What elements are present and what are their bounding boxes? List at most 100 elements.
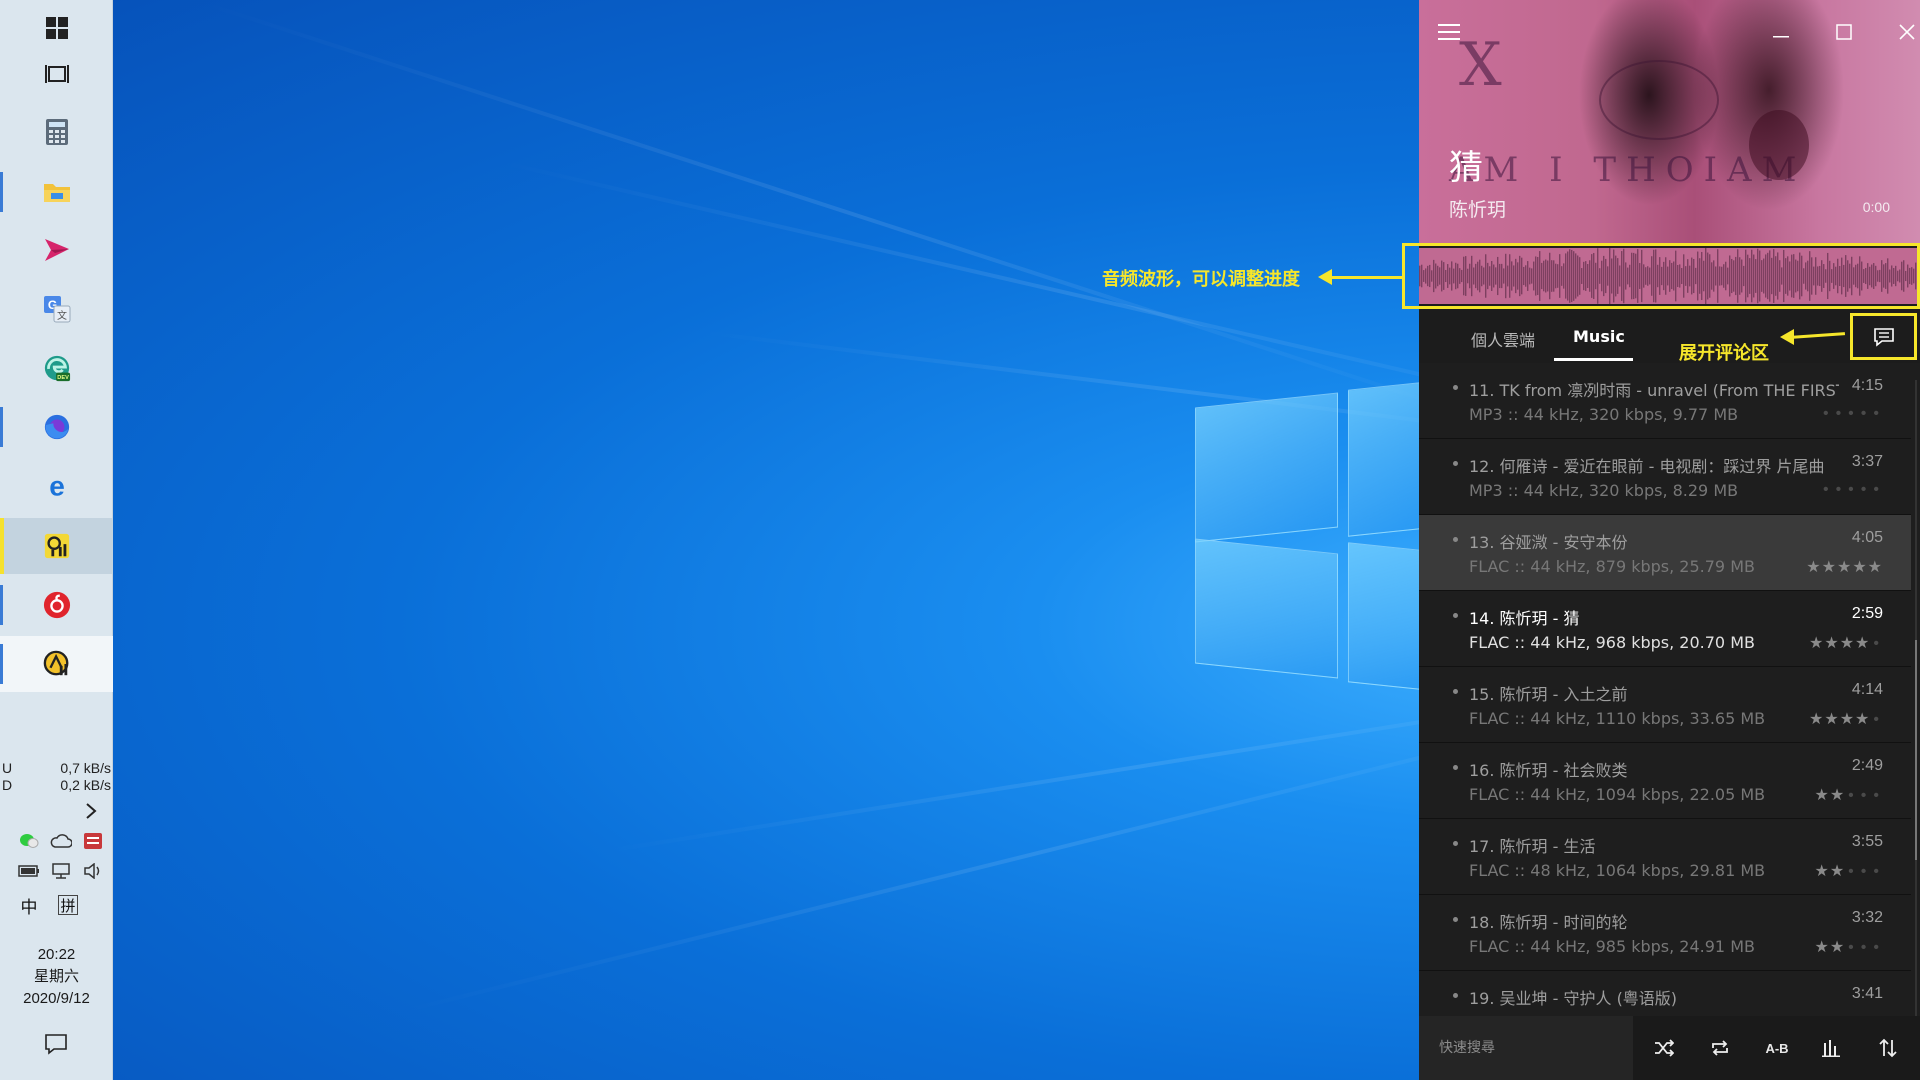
star-empty-icon[interactable]: •	[1873, 787, 1880, 804]
star-filled-icon[interactable]: ★	[1809, 711, 1824, 728]
music-player-button[interactable]	[0, 518, 113, 574]
task-view-button[interactable]	[0, 46, 113, 102]
repeat-button[interactable]	[1708, 1036, 1732, 1060]
tab-cloud[interactable]: 個人雲端	[1471, 327, 1535, 351]
track-rating[interactable]: ★★★★★	[1806, 557, 1883, 577]
star-filled-icon[interactable]: ★	[1814, 787, 1829, 804]
track-duration: 3:37	[1851, 453, 1883, 470]
track-row[interactable]: 14. 陈忻玥 - 猜 2:59 FLAC :: 44 kHz, 968 kbps,…	[1419, 591, 1911, 667]
star-empty-icon[interactable]: •	[1861, 939, 1868, 956]
track-row[interactable]: 19. 吴业坤 - 守护人 (粤语版) 3:41	[1419, 971, 1911, 1016]
edge-dev-icon: DEV	[43, 354, 71, 382]
calculator-button[interactable]	[0, 104, 113, 160]
star-empty-icon[interactable]: •	[1861, 481, 1868, 498]
star-empty-icon[interactable]: •	[1873, 863, 1880, 880]
star-empty-icon[interactable]: •	[1848, 863, 1855, 880]
star-filled-icon[interactable]: ★	[1868, 559, 1883, 576]
track-row[interactable]: 11. TK from 凛冽时雨 - unravel (From THE FIR…	[1419, 363, 1911, 439]
track-rating[interactable]: ★★★★ •	[1809, 709, 1883, 729]
action-center-notification-icon[interactable]	[44, 1032, 68, 1056]
comments-toggle-button[interactable]	[1850, 313, 1917, 360]
star-empty-icon[interactable]: •	[1848, 787, 1855, 804]
track-row[interactable]: 16. 陈忻玥 - 社会败类 2:49 FLAC :: 44 kHz, 1094 k…	[1419, 743, 1911, 819]
sort-button[interactable]	[1876, 1036, 1900, 1060]
track-list[interactable]: 11. TK from 凛冽时雨 - unravel (From THE FIR…	[1419, 363, 1920, 1016]
star-filled-icon[interactable]: ★	[1822, 559, 1837, 576]
star-filled-icon[interactable]: ★	[1855, 711, 1870, 728]
track-rating[interactable]: • • • • •	[1820, 405, 1883, 423]
track-row[interactable]: 12. 何雁诗 - 爱近在眼前 - 电视剧：踩过界 片尾曲 3:37 MP3 :: …	[1419, 439, 1911, 515]
star-empty-icon[interactable]: •	[1848, 405, 1855, 422]
ie-button[interactable]: e	[0, 458, 113, 514]
star-empty-icon[interactable]: •	[1861, 405, 1868, 422]
star-filled-icon[interactable]: ★	[1814, 863, 1829, 880]
star-filled-icon[interactable]: ★	[1840, 711, 1855, 728]
star-empty-icon[interactable]: •	[1873, 405, 1880, 422]
cloud-tray-icon[interactable]	[50, 832, 72, 850]
file-explorer-button[interactable]	[0, 164, 113, 220]
shuffle-button[interactable]	[1652, 1036, 1676, 1060]
star-empty-icon[interactable]: •	[1823, 405, 1830, 422]
audio-app-button[interactable]	[0, 636, 113, 692]
send-app-button[interactable]	[0, 222, 113, 278]
network-icon[interactable]	[50, 862, 72, 880]
tray-expand-chevron-icon[interactable]	[84, 802, 100, 820]
track-row[interactable]: 15. 陈忻玥 - 入土之前 4:14 FLAC :: 44 kHz, 1110 k…	[1419, 667, 1911, 743]
ime-language-indicator[interactable]: 中	[18, 896, 40, 917]
track-rating[interactable]: ★★★★ •	[1809, 633, 1883, 653]
track-row[interactable]: 13. 谷娅溦 - 安守本份 4:05 FLAC :: 44 kHz, 879 kb…	[1419, 515, 1911, 591]
star-filled-icon[interactable]: ★	[1840, 635, 1855, 652]
star-filled-icon[interactable]: ★	[1855, 635, 1870, 652]
firefox-button[interactable]	[0, 399, 113, 455]
quick-search-input[interactable]	[1439, 1036, 1619, 1060]
translate-button[interactable]: G文	[0, 281, 113, 337]
star-filled-icon[interactable]: ★	[1830, 939, 1845, 956]
star-empty-icon[interactable]: •	[1848, 481, 1855, 498]
minimize-button[interactable]	[1761, 14, 1801, 50]
maximize-button[interactable]	[1824, 14, 1864, 50]
netease-music-button[interactable]	[0, 577, 113, 633]
star-empty-icon[interactable]: •	[1873, 711, 1880, 728]
star-filled-icon[interactable]: ★	[1830, 863, 1845, 880]
star-empty-icon[interactable]: •	[1861, 863, 1868, 880]
tab-music[interactable]: Music	[1573, 327, 1625, 346]
track-row[interactable]: 18. 陈忻玥 - 时间的轮 3:32 FLAC :: 44 kHz, 985 kb…	[1419, 895, 1911, 971]
track-rating[interactable]: ★★ • • •	[1814, 937, 1883, 957]
star-empty-icon[interactable]: •	[1836, 481, 1843, 498]
star-filled-icon[interactable]: ★	[1837, 559, 1852, 576]
track-bullet	[1453, 917, 1458, 922]
star-filled-icon[interactable]: ★	[1852, 559, 1867, 576]
hamburger-menu-button[interactable]	[1429, 14, 1469, 50]
wechat-tray-icon[interactable]	[18, 832, 40, 850]
equalizer-button[interactable]	[1819, 1036, 1843, 1060]
app-tray-icon[interactable]	[82, 832, 104, 850]
star-empty-icon[interactable]: •	[1848, 939, 1855, 956]
maximize-icon	[1836, 24, 1852, 40]
track-rating[interactable]: ★★ • • •	[1814, 785, 1883, 805]
track-rating[interactable]: ★★ • • •	[1814, 861, 1883, 881]
edge-dev-button[interactable]: DEV	[0, 340, 113, 396]
star-filled-icon[interactable]: ★	[1824, 635, 1839, 652]
volume-icon[interactable]	[82, 862, 104, 880]
star-empty-icon[interactable]: •	[1823, 481, 1830, 498]
track-row[interactable]: 17. 陈忻玥 - 生活 3:55 FLAC :: 48 kHz, 1064 kbp…	[1419, 819, 1911, 895]
ime-mode-indicator[interactable]: 拼	[58, 895, 78, 915]
star-filled-icon[interactable]: ★	[1824, 711, 1839, 728]
track-rating[interactable]: • • • • •	[1820, 481, 1883, 499]
battery-icon[interactable]	[18, 862, 40, 880]
running-indicator	[0, 585, 3, 625]
star-filled-icon[interactable]: ★	[1806, 559, 1821, 576]
close-button[interactable]	[1887, 14, 1920, 50]
star-filled-icon[interactable]: ★	[1814, 939, 1829, 956]
track-meta: FLAC :: 44 kHz, 985 kbps, 24.91 MB	[1469, 937, 1755, 956]
track-list-scroll-thumb[interactable]	[1915, 640, 1917, 860]
star-empty-icon[interactable]: •	[1873, 481, 1880, 498]
ab-repeat-button[interactable]: A-B	[1759, 1036, 1795, 1060]
star-empty-icon[interactable]: •	[1861, 787, 1868, 804]
star-filled-icon[interactable]: ★	[1830, 787, 1845, 804]
clock[interactable]: 20:22 星期六 2020/9/12	[0, 944, 113, 1010]
star-empty-icon[interactable]: •	[1873, 939, 1880, 956]
star-filled-icon[interactable]: ★	[1809, 635, 1824, 652]
star-empty-icon[interactable]: •	[1873, 635, 1880, 652]
star-empty-icon[interactable]: •	[1836, 405, 1843, 422]
